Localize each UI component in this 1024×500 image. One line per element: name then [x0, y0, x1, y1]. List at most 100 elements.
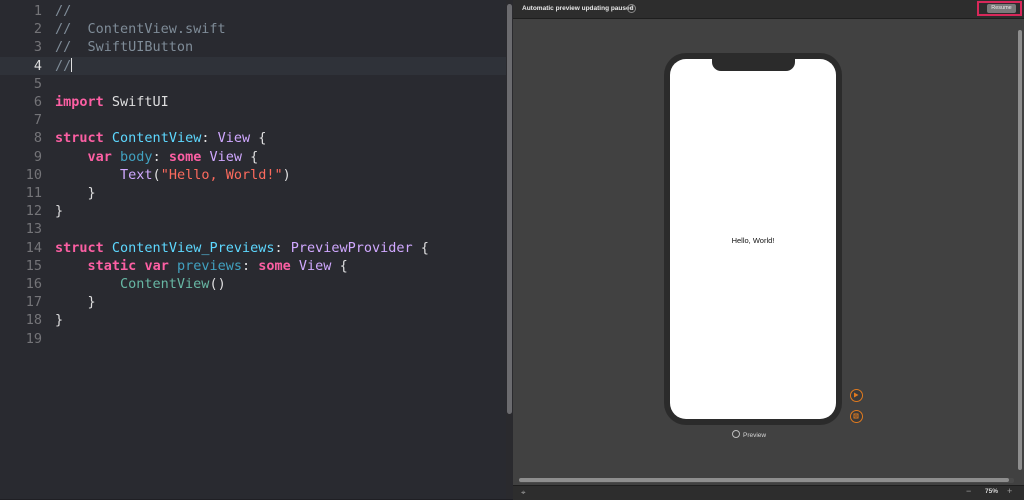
code-token: ContentView — [120, 276, 210, 292]
code-token: : — [201, 130, 218, 147]
code-line[interactable]: 18} — [0, 311, 506, 329]
preview-label-text: Preview — [743, 432, 767, 439]
code-line[interactable]: 15 static var previews: some View { — [0, 257, 506, 275]
code-text: Text("Hello, World!") — [55, 166, 291, 184]
canvas-vertical-scrollbar[interactable] — [1018, 30, 1023, 470]
code-token: ) — [282, 166, 291, 183]
code-line[interactable]: 19 — [0, 330, 506, 348]
code-token: { — [412, 239, 429, 256]
zoom-in-button[interactable]: + — [1007, 486, 1012, 496]
code-line[interactable]: 3 // SwiftUIButton — [0, 38, 506, 56]
play-icon — [854, 392, 859, 398]
preview-label[interactable]: Preview — [732, 430, 766, 440]
line-number: 7 — [33, 112, 42, 129]
code-token: PreviewProvider — [290, 239, 413, 256]
code-token: View — [209, 148, 242, 165]
line-number: 10 — [25, 166, 42, 183]
code-token: some — [258, 257, 291, 274]
code-token: { — [331, 257, 348, 274]
zoom-level[interactable]: 75% — [985, 488, 998, 495]
pin-icon[interactable]: ⌖ — [521, 488, 526, 498]
code-token: // — [55, 57, 72, 74]
line-number: 5 — [33, 75, 42, 92]
code-line[interactable]: 13 — [0, 220, 506, 238]
code-text: // ContentView.swift — [55, 20, 226, 38]
code-token: // ContentView.swift — [55, 21, 226, 38]
info-icon[interactable]: i — [627, 4, 636, 13]
code-token: some — [168, 148, 202, 165]
code-token: Text — [120, 166, 153, 183]
code-text: ContentView() — [55, 275, 226, 293]
line-number: 16 — [25, 276, 42, 292]
canvas-vertical-scrollbar-thumb[interactable] — [1018, 30, 1022, 470]
code-text: struct ContentView_Previews: PreviewProv… — [55, 239, 429, 257]
code-text: // — [55, 2, 71, 20]
canvas-horizontal-scrollbar-thumb[interactable] — [519, 478, 1009, 482]
line-number: 11 — [25, 185, 42, 201]
code-token: var — [144, 257, 169, 274]
code-line[interactable]: 11 } — [0, 184, 506, 202]
line-number: 19 — [25, 330, 42, 347]
code-text: } — [55, 311, 63, 329]
code-line[interactable]: 9 var body: some View { — [0, 148, 506, 166]
code-token: : — [242, 257, 259, 274]
code-token: ContentView — [111, 130, 202, 147]
code-token: SwiftUI — [103, 94, 169, 110]
code-text: // — [55, 57, 73, 75]
code-token: struct — [55, 130, 104, 147]
code-line[interactable]: 6 import SwiftUI — [0, 93, 506, 111]
code-token: // — [55, 3, 72, 19]
code-editor[interactable]: 1 // 2 // ContentView.swift 3 // SwiftUIButto… — [0, 0, 506, 499]
live-preview-button[interactable] — [850, 389, 863, 402]
code-line[interactable]: 10 Text("Hello, World!") — [0, 166, 506, 184]
code-text: } — [55, 184, 96, 202]
code-line[interactable]: 4 // — [0, 56, 506, 75]
inspect-preview-button[interactable] — [850, 410, 863, 423]
code-line[interactable]: 12} — [0, 202, 506, 220]
code-line[interactable]: 1 // — [0, 2, 506, 20]
zoom-out-button[interactable]: − — [966, 486, 971, 496]
code-token: previews — [176, 257, 242, 274]
device-preview-frame: Hello, World! — [664, 53, 842, 425]
line-number: 4 — [33, 57, 42, 74]
line-number: 2 — [33, 21, 42, 38]
code-text: // SwiftUIButton — [55, 38, 193, 56]
code-line[interactable]: 2 // ContentView.swift — [0, 20, 506, 38]
editor-scrollbar-thumb[interactable] — [507, 4, 512, 414]
device-screen[interactable]: Hello, World! — [670, 59, 836, 419]
canvas-header: Automatic preview updating paused i Resu… — [513, 0, 1024, 19]
inspect-icon — [853, 413, 859, 419]
resume-button[interactable]: Resume — [987, 4, 1016, 13]
editor-scrollbar[interactable] — [506, 0, 513, 499]
code-token: : — [274, 239, 291, 256]
code-token: var — [87, 148, 112, 165]
code-line[interactable]: 17 } — [0, 293, 506, 311]
code-line[interactable]: 5 — [0, 75, 506, 93]
preview-canvas[interactable]: Automatic preview updating paused i Resu… — [513, 0, 1024, 500]
line-number: 17 — [25, 294, 42, 311]
code-line[interactable]: 14 struct ContentView_Previews: PreviewPr… — [0, 239, 506, 257]
code-line[interactable]: 7 — [0, 111, 506, 129]
code-text: struct ContentView: View { — [55, 129, 266, 147]
line-number: 9 — [33, 148, 42, 165]
line-number: 8 — [33, 130, 42, 147]
code-line[interactable]: 16 ContentView() — [0, 275, 506, 293]
code-token: } — [55, 185, 96, 201]
code-token: ContentView_Previews — [111, 239, 275, 256]
code-text: } — [55, 293, 96, 311]
code-text: var body: some View { — [55, 148, 259, 166]
code-token: : — [152, 148, 169, 165]
canvas-horizontal-scrollbar[interactable] — [519, 478, 1014, 483]
preview-status-text: Automatic preview updating paused — [522, 5, 634, 12]
line-number: 3 — [33, 39, 42, 56]
code-token: static — [87, 257, 137, 274]
line-number: 12 — [25, 203, 42, 220]
code-token: ( — [152, 166, 161, 183]
code-token: "Hello, World!" — [160, 166, 283, 183]
preview-hello-text: Hello, World! — [731, 236, 775, 245]
preview-icon — [732, 430, 740, 438]
code-line[interactable]: 8 struct ContentView: View { — [0, 129, 506, 147]
